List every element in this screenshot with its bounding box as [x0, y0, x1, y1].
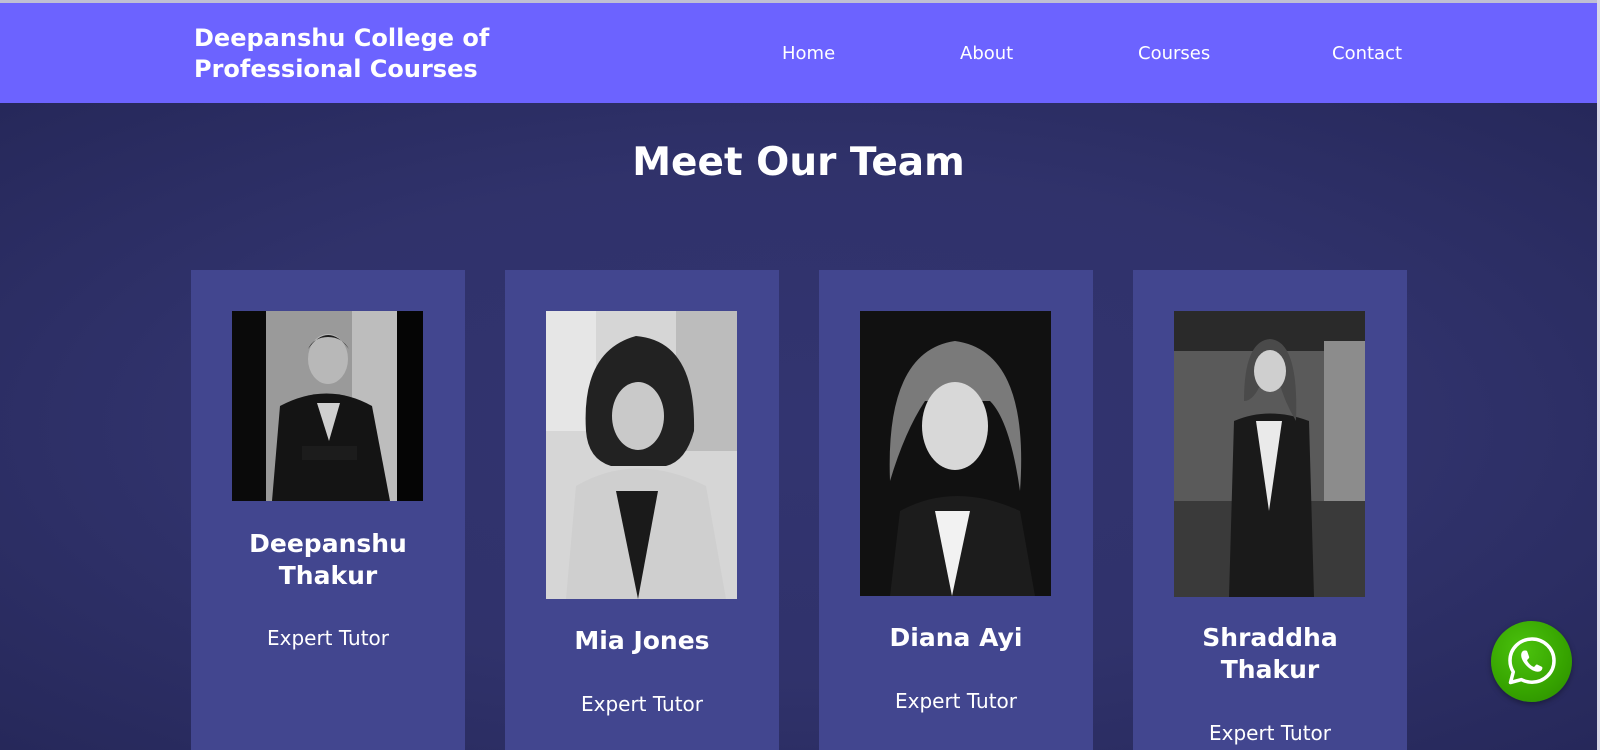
member-name: Deepanshu Thakur [191, 528, 465, 592]
whatsapp-chat-button[interactable] [1491, 621, 1572, 702]
member-name: Diana Ayi [819, 622, 1093, 654]
section-title: Meet Our Team [632, 140, 965, 185]
member-photo [546, 311, 737, 599]
member-name: Shraddha Thakur [1133, 622, 1407, 686]
member-name-line-1: Diana Ayi [889, 623, 1023, 652]
team-card: Deepanshu Thakur Expert Tutor [191, 270, 465, 750]
site-header: Deepanshu College of Professional Course… [0, 3, 1597, 103]
nav-home-link[interactable]: Home [782, 43, 835, 65]
brand-line-2: Professional Courses [194, 55, 478, 83]
nav-courses-link[interactable]: Courses [1138, 43, 1210, 65]
nav-about-link[interactable]: About [960, 43, 1013, 65]
nav-contact-link[interactable]: Contact [1332, 43, 1402, 65]
member-name-line-1: Shraddha [1202, 623, 1338, 652]
brand-logo-text[interactable]: Deepanshu College of Professional Course… [194, 23, 534, 85]
brand-line-1: Deepanshu College of [194, 24, 490, 52]
member-role: Expert Tutor [1208, 721, 1332, 745]
member-role: Expert Tutor [894, 689, 1018, 713]
member-photo [860, 311, 1051, 596]
member-photo [1174, 311, 1365, 597]
member-role: Expert Tutor [580, 692, 704, 716]
member-name: Mia Jones [505, 625, 779, 657]
member-photo [232, 311, 423, 501]
member-name-line-2: Thakur [278, 561, 378, 590]
member-role: Expert Tutor [266, 626, 390, 650]
team-card: Mia Jones Expert Tutor [505, 270, 779, 750]
team-card: Shraddha Thakur Expert Tutor [1133, 270, 1407, 750]
member-name-line-2: Thakur [1220, 655, 1320, 684]
whatsapp-icon [1508, 637, 1556, 685]
member-name-line-1: Mia Jones [574, 626, 710, 655]
team-card: Diana Ayi Expert Tutor [819, 270, 1093, 750]
member-name-line-1: Deepanshu [249, 529, 407, 558]
